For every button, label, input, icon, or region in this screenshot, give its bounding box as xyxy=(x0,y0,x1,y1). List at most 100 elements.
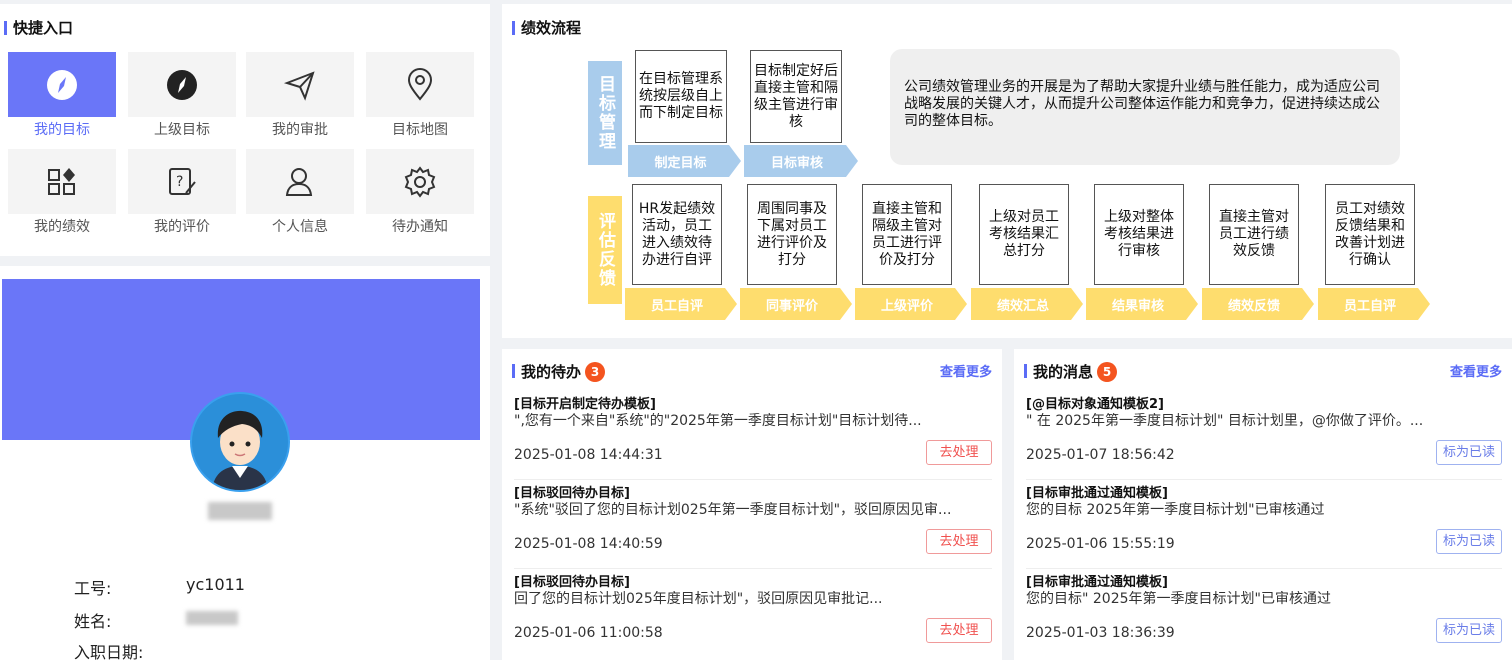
flow-box: 目标制定好后直接主管和隔级主管进行审核 xyxy=(750,50,842,143)
quick-label: 我的审批 xyxy=(272,122,328,138)
flow-arrow: 同事评价 xyxy=(740,288,852,320)
message-item-title: [目标审批通过通知模板] xyxy=(1026,575,1168,590)
todo-item-summary: ",您有一个来自"系统"的"2025年第一季度目标计划"目标计划待... xyxy=(514,413,922,429)
todo-item-title: [目标驳回待办目标] xyxy=(514,486,630,501)
todo-title-text: 我的待办 xyxy=(521,363,582,381)
quick-label: 个人信息 xyxy=(272,219,328,235)
process-button[interactable]: 去处理 xyxy=(926,618,992,643)
quick-label: 目标地图 xyxy=(392,122,448,138)
quick-entry-title: 快捷入口 xyxy=(4,19,73,37)
mark-read-button[interactable]: 标为已读 xyxy=(1436,529,1502,554)
quick-label: 我的绩效 xyxy=(34,219,90,235)
quick-my-goals[interactable]: 我的目标 xyxy=(8,52,116,142)
quick-label: 我的目标 xyxy=(34,122,90,138)
message-item[interactable]: [目标审批通过通知模板] 您的目标 2025年第一季度目标计划"已审核通过 20… xyxy=(1026,486,1502,574)
flow-arrow: 目标审核 xyxy=(744,145,858,177)
quick-my-approvals[interactable]: 我的审批 xyxy=(246,52,354,142)
todo-item-time: 2025-01-06 11:00:58 xyxy=(514,625,663,641)
messages-title-text: 我的消息 xyxy=(1033,363,1094,381)
flow-arrow: 员工自评 xyxy=(1318,288,1430,320)
flow-side-goal-management: 目标管理 xyxy=(588,61,622,165)
process-button[interactable]: 去处理 xyxy=(926,529,992,554)
profile-name-value-redacted xyxy=(186,611,238,625)
avatar xyxy=(190,392,290,492)
my-todo-panel: 我的待办 3 查看更多 [目标开启制定待办模板] ",您有一个来自"系统"的"20… xyxy=(502,349,1002,660)
flow-box: HR发起绩效活动，员工进入绩效待办进行自评 xyxy=(632,184,722,285)
todo-item-title: [目标驳回待办目标] xyxy=(514,575,630,590)
flow-arrow: 上级评价 xyxy=(855,288,967,320)
flow-arrow: 制定目标 xyxy=(628,145,741,177)
todo-item[interactable]: [目标驳回待办目标] "系统"驳回了您的目标计划025年第一季度目标计划"，驳回… xyxy=(514,486,992,574)
compass-icon xyxy=(47,69,77,100)
messages-title: 我的消息 5 xyxy=(1024,362,1118,382)
message-item-time: 2025-01-07 18:56:42 xyxy=(1026,447,1175,463)
quick-my-evaluation[interactable]: ? 我的评价 xyxy=(128,149,236,239)
message-item-summary: 您的目标" 2025年第一季度目标计划"已审核通过 xyxy=(1026,591,1331,607)
edit-note-icon: ? xyxy=(169,167,196,195)
process-button[interactable]: 去处理 xyxy=(926,440,992,465)
svg-text:?: ? xyxy=(176,174,183,190)
todo-item-title: [目标开启制定待办模板] xyxy=(514,397,656,412)
flow-arrow: 结果审核 xyxy=(1086,288,1198,320)
message-item-time: 2025-01-03 18:36:39 xyxy=(1026,625,1175,641)
flow-title: 绩效流程 xyxy=(512,19,581,37)
todo-item-time: 2025-01-08 14:44:31 xyxy=(514,447,663,463)
profile-join-label: 入职日期: xyxy=(74,643,144,660)
todo-item[interactable]: [目标开启制定待办模板] ",您有一个来自"系统"的"2025年第一季度目标计划… xyxy=(514,397,992,485)
quick-personal-info[interactable]: 个人信息 xyxy=(246,149,354,239)
map-pin-icon xyxy=(407,67,433,101)
message-item[interactable]: [目标审批通过通知模板] 您的目标" 2025年第一季度目标计划"已审核通过 2… xyxy=(1026,575,1502,660)
todo-title: 我的待办 3 xyxy=(512,362,606,382)
flow-box: 上级对员工考核结果汇总打分 xyxy=(979,184,1069,285)
flow-box: 周围同事及下属对员工进行评价及打分 xyxy=(747,184,837,285)
quick-my-performance[interactable]: 我的绩效 xyxy=(8,149,116,239)
todo-item-summary: "系统"驳回了您的目标计划025年第一季度目标计划"，驳回原因见审... xyxy=(514,502,952,518)
messages-view-more-link[interactable]: 查看更多 xyxy=(1450,361,1502,380)
quick-goal-map[interactable]: 目标地图 xyxy=(366,52,474,142)
flow-box: 在目标管理系统按层级自上而下制定目标 xyxy=(635,50,727,143)
todo-view-more-link[interactable]: 查看更多 xyxy=(940,361,992,380)
message-item-time: 2025-01-06 15:55:19 xyxy=(1026,536,1175,552)
quick-todo-notice[interactable]: 待办通知 xyxy=(366,149,474,239)
message-item[interactable]: [@目标对象通知模板2] " 在 2025年第一季度目标计划" 目标计划里，@你… xyxy=(1026,397,1502,485)
mark-read-button[interactable]: 标为已读 xyxy=(1436,618,1502,643)
flow-box: 直接主管和隔级主管对员工进行评价及打分 xyxy=(862,184,952,285)
compass-icon xyxy=(167,69,197,100)
gear-icon xyxy=(404,165,436,198)
quick-label: 我的评价 xyxy=(154,219,210,235)
quick-entry-panel: 快捷入口 我的目标 上级目标 我的审批 目标地图 我的绩效 ? 我的评价 个人信… xyxy=(0,4,490,256)
flow-box: 上级对整体考核结果进行审核 xyxy=(1094,184,1184,285)
todo-count-badge: 3 xyxy=(585,362,606,382)
message-item-summary: 您的目标 2025年第一季度目标计划"已审核通过 xyxy=(1026,502,1325,518)
flow-description: 公司绩效管理业务的开展是为了帮助大家提升业绩与胜任能力，成为适应公司战略发展的关… xyxy=(890,49,1400,165)
quick-superior-goals[interactable]: 上级目标 xyxy=(128,52,236,142)
flow-arrow: 绩效反馈 xyxy=(1202,288,1314,320)
divider xyxy=(514,568,992,569)
my-messages-panel: 我的消息 5 查看更多 [@目标对象通知模板2] " 在 2025年第一季度目标计… xyxy=(1014,349,1512,660)
flow-arrow: 员工自评 xyxy=(625,288,737,320)
quick-label: 待办通知 xyxy=(392,219,448,235)
messages-count-badge: 5 xyxy=(1097,362,1118,382)
profile-name-label: 姓名: xyxy=(74,612,112,631)
mark-read-button[interactable]: 标为已读 xyxy=(1436,440,1502,465)
profile-id-label: 工号: xyxy=(74,579,112,598)
flow-arrow: 绩效汇总 xyxy=(971,288,1083,320)
user-icon xyxy=(285,167,313,196)
profile-name-redacted xyxy=(208,502,272,520)
profile-id-value: yc1011 xyxy=(186,575,245,594)
flow-side-evaluation-feedback: 评估反馈 xyxy=(588,196,622,304)
divider xyxy=(514,479,992,480)
todo-item[interactable]: [目标驳回待办目标] 回了您的目标计划025年度目标计划"，驳回原因见审批记..… xyxy=(514,575,992,660)
grid-icon xyxy=(48,167,75,195)
send-icon xyxy=(283,70,315,101)
message-item-title: [@目标对象通知模板2] xyxy=(1026,397,1164,412)
message-item-title: [目标审批通过通知模板] xyxy=(1026,486,1168,501)
divider xyxy=(1026,479,1502,480)
flow-box: 员工对绩效反馈结果和改善计划进行确认 xyxy=(1325,184,1415,285)
profile-panel: 工号: yc1011 姓名: 入职日期: xyxy=(0,266,490,660)
todo-item-summary: 回了您的目标计划025年度目标计划"，驳回原因见审批记... xyxy=(514,591,883,607)
flow-box: 直接主管对员工进行绩效反馈 xyxy=(1209,184,1299,285)
message-item-summary: " 在 2025年第一季度目标计划" 目标计划里，@你做了评价。... xyxy=(1026,413,1424,429)
divider xyxy=(1026,568,1502,569)
quick-label: 上级目标 xyxy=(154,122,210,138)
